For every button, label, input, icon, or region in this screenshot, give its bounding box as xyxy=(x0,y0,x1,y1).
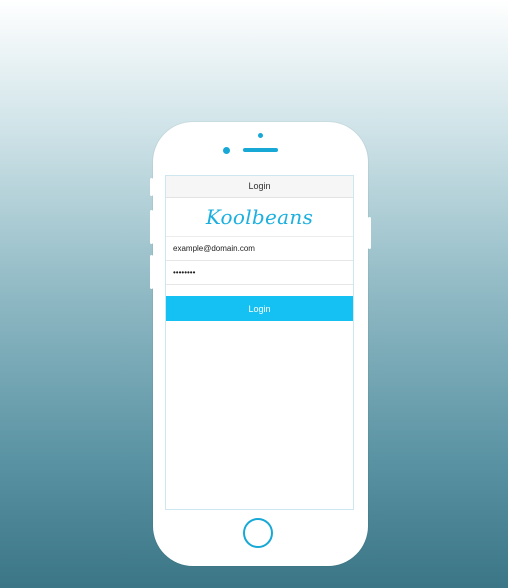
speaker-grille xyxy=(243,148,278,152)
power-button xyxy=(368,217,371,249)
app-screen: Login Koolbeans Login xyxy=(165,175,354,510)
camera-icon xyxy=(223,147,230,154)
volume-up-button xyxy=(150,210,153,244)
password-row xyxy=(166,261,353,285)
volume-down-button xyxy=(150,255,153,289)
home-button-icon[interactable] xyxy=(243,518,273,548)
login-button[interactable]: Login xyxy=(166,296,353,321)
form-spacer xyxy=(166,285,353,296)
email-input[interactable] xyxy=(173,244,343,253)
password-input[interactable] xyxy=(173,268,343,277)
sensor-icon xyxy=(258,133,263,138)
mute-switch xyxy=(150,178,153,196)
nav-bar: Login xyxy=(166,176,353,198)
email-row xyxy=(166,237,353,261)
page-title: Login xyxy=(248,181,271,191)
app-logo: Koolbeans xyxy=(166,198,353,237)
phone-frame: Login Koolbeans Login xyxy=(150,122,371,566)
